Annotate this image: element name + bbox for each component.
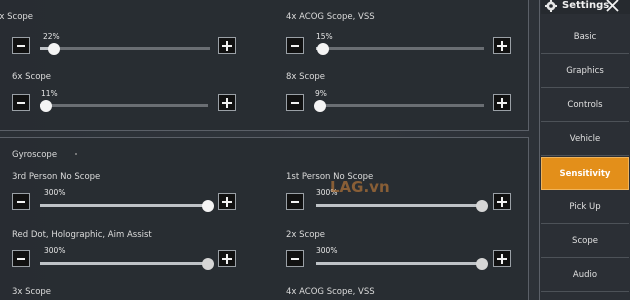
decrease-button[interactable] <box>286 37 304 54</box>
increase-button[interactable] <box>493 250 511 267</box>
slider-fill <box>316 262 484 265</box>
slider-knob[interactable] <box>202 199 214 212</box>
value-label: 9% <box>315 89 327 98</box>
value-label: 11% <box>41 89 58 98</box>
slider-knob[interactable] <box>314 99 326 112</box>
slider-knob[interactable] <box>476 199 488 212</box>
watermark-text: LAG.vn <box>330 178 390 196</box>
decrease-button[interactable] <box>286 193 304 210</box>
divider-dot <box>75 153 77 155</box>
increase-button[interactable] <box>493 193 511 210</box>
close-icon[interactable] <box>605 0 620 13</box>
slider-knob[interactable] <box>202 257 214 270</box>
slider-knob[interactable] <box>317 42 329 55</box>
setting-label: 4x ACOG Scope, VSS <box>286 12 375 22</box>
increase-button[interactable] <box>218 37 236 54</box>
sidebar-item-basic[interactable]: Basic <box>541 21 629 54</box>
setting-label: 2x Scope <box>286 230 326 240</box>
slider-knob[interactable] <box>48 42 60 55</box>
setting-label: Red Dot, Holographic, Aim Assist <box>12 230 152 240</box>
slider-track[interactable] <box>316 257 488 270</box>
slider-knob[interactable] <box>476 257 488 270</box>
setting-label: 4x ACOG Scope, VSS <box>286 287 375 297</box>
value-label: 300% <box>44 246 66 255</box>
sidebar-item-audio[interactable]: Audio <box>541 259 629 292</box>
watermark-logo: LAG.vn <box>330 178 390 196</box>
setting-label: 3rd Person No Scope <box>12 172 101 182</box>
sidebar-item-graphics[interactable]: Graphics <box>541 55 629 88</box>
value-label: 300% <box>316 246 338 255</box>
setting-label: 8x Scope <box>286 72 326 82</box>
sensitivity-settings-screen: 3x Scope 22% 4x ACOG Scope, VSS 15% 6x S… <box>0 0 630 300</box>
gyroscope-sensitivity-panel <box>0 137 529 300</box>
sidebar-item-controls[interactable]: Controls <box>541 89 629 122</box>
decrease-button[interactable] <box>286 250 304 267</box>
decrease-button[interactable] <box>12 37 30 54</box>
increase-button[interactable] <box>493 94 511 111</box>
section-title-gyroscope: Gyroscope <box>12 150 58 160</box>
sidebar-item-pick-up[interactable]: Pick Up <box>541 191 629 224</box>
gear-icon <box>545 0 557 12</box>
slider-fill <box>40 262 210 265</box>
sidebar-item-vehicle[interactable]: Vehicle <box>541 123 629 156</box>
increase-button[interactable] <box>218 94 236 111</box>
slider-track[interactable] <box>40 99 208 112</box>
slider-track[interactable] <box>314 99 484 112</box>
slider-fill <box>316 204 484 207</box>
value-label: 300% <box>44 188 66 197</box>
setting-label: 3x Scope <box>12 287 52 297</box>
decrease-button[interactable] <box>12 94 30 111</box>
increase-button[interactable] <box>218 250 236 267</box>
decrease-button[interactable] <box>286 94 304 111</box>
value-label: 22% <box>43 32 60 41</box>
sidebar-item-scope[interactable]: Scope <box>541 225 629 258</box>
slider-track[interactable] <box>40 42 210 55</box>
slider-track[interactable] <box>40 199 214 212</box>
settings-title: Settings <box>562 0 610 11</box>
increase-button[interactable] <box>218 193 236 210</box>
scope-sensitivity-panel <box>0 0 529 131</box>
slider-knob[interactable] <box>40 99 52 112</box>
decrease-button[interactable] <box>12 193 30 210</box>
slider-track[interactable] <box>40 257 214 270</box>
sidebar-item-sensitivity[interactable]: Sensitivity <box>541 157 629 190</box>
slider-fill <box>40 204 210 207</box>
value-label: 15% <box>316 32 333 41</box>
slider-track[interactable] <box>316 199 488 212</box>
decrease-button[interactable] <box>12 250 30 267</box>
setting-label: 3x Scope <box>0 12 34 22</box>
slider-track[interactable] <box>316 42 484 55</box>
setting-label: 6x Scope <box>12 72 52 82</box>
increase-button[interactable] <box>493 37 511 54</box>
